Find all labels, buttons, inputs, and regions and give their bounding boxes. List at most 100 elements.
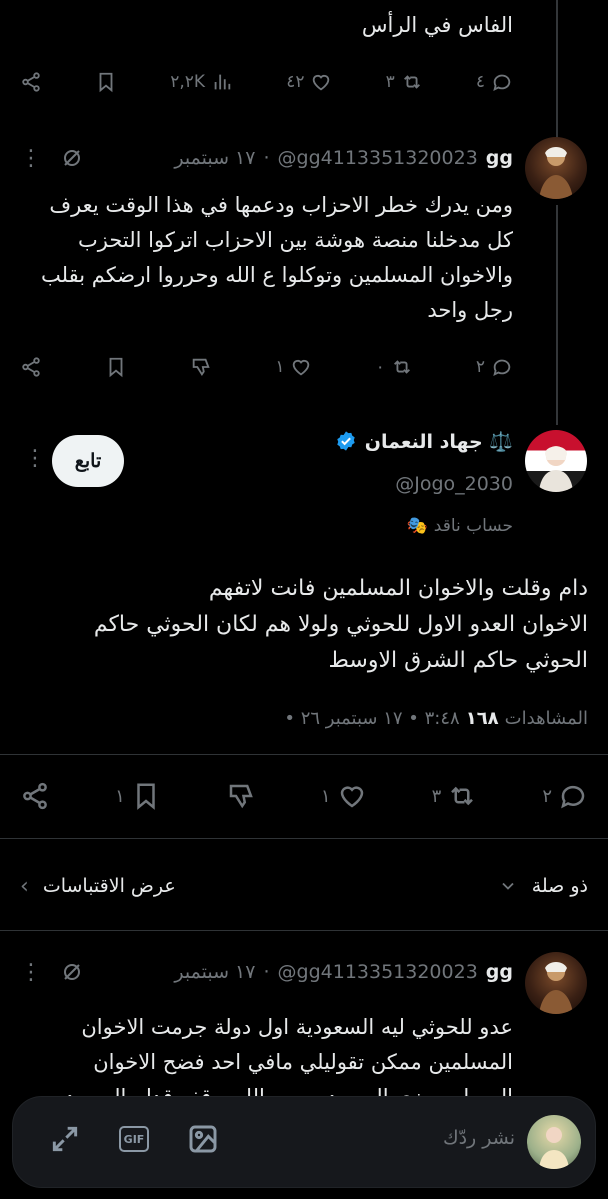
- reply-composer[interactable]: GIF نشر ردّك: [12, 1096, 596, 1188]
- author-name[interactable]: gg: [486, 147, 513, 169]
- avatar-image: [539, 1127, 569, 1169]
- share-button[interactable]: [20, 781, 50, 811]
- gif-button[interactable]: GIF: [119, 1126, 149, 1152]
- avatar[interactable]: [525, 430, 587, 492]
- reply-icon: [493, 359, 511, 377]
- share-icon: [22, 72, 40, 92]
- account-label[interactable]: 🎭 حساب ناقد: [407, 516, 513, 536]
- text-line: رجل واحد: [427, 298, 513, 322]
- more-icon[interactable]: ⋮: [20, 960, 42, 985]
- retweet-button[interactable]: ٠: [376, 356, 413, 378]
- expand-icon[interactable]: [49, 1123, 81, 1155]
- bookmark-count: ١: [115, 785, 125, 807]
- heart-icon: [313, 74, 330, 91]
- composer-avatar: [527, 1115, 581, 1169]
- view-quotes-link[interactable]: ‹ عرض الاقتباسات: [20, 874, 176, 899]
- tweet-date[interactable]: ١٧ سبتمبر: [174, 147, 255, 169]
- views-count: ١٦٨: [465, 708, 499, 729]
- tweet-text-last-line: الفاس في الرأس: [361, 13, 513, 37]
- avatar[interactable]: [525, 952, 587, 1014]
- author-handle[interactable]: @gg4113351320023: [278, 961, 478, 983]
- separator: ·: [263, 147, 270, 169]
- text-line: كل مدخلنا منصة هوشة بين الاحزاب اتركوا ا…: [78, 228, 513, 252]
- share-icon: [23, 782, 47, 810]
- reply-button[interactable]: ٢: [476, 356, 513, 378]
- follow-button[interactable]: تابع: [52, 435, 124, 487]
- sort-label: ذو صلة: [531, 875, 588, 897]
- retweet-button[interactable]: ٣: [386, 71, 423, 93]
- retweet-count: ٠: [375, 357, 385, 377]
- avatar[interactable]: [525, 137, 587, 199]
- author-handle[interactable]: @gg4113351320023: [278, 147, 478, 169]
- reply1-header: gg @gg4113351320023 · ١٧ سبتمبر ⋮: [20, 143, 513, 173]
- text-line: ومن يدرك خطر الاحزاب ودعمها في هذا الوقت…: [49, 193, 513, 217]
- more-icon[interactable]: ⋮: [20, 146, 42, 171]
- bookmark-button[interactable]: [95, 71, 117, 93]
- composer-tools: GIF: [49, 1123, 219, 1155]
- author-handle[interactable]: @Jogo_2030: [395, 473, 513, 495]
- share-icon: [22, 357, 40, 377]
- author-name[interactable]: gg: [486, 961, 513, 983]
- views-count: ٢,٢K: [170, 72, 206, 92]
- chevron-left-icon: ‹: [20, 873, 29, 899]
- like-count: ١: [320, 785, 331, 807]
- reply1-text: ومن يدرك خطر الاحزاب ودعمها في هذا الوقت…: [41, 188, 513, 328]
- thread-line: [556, 0, 558, 140]
- grok-icon[interactable]: [60, 960, 84, 984]
- like-count: ١: [275, 357, 285, 377]
- like-button[interactable]: ١: [321, 781, 367, 811]
- reply1-actions: ١ ٠ ٢: [20, 349, 513, 385]
- retweet-count: ٣: [385, 72, 395, 92]
- tweet-date[interactable]: ١٧ سبتمبر: [174, 961, 255, 983]
- bookmark-button[interactable]: ١: [115, 781, 161, 811]
- image-icon[interactable]: [187, 1123, 219, 1155]
- dislike-button[interactable]: [226, 781, 256, 811]
- retweet-icon: [403, 75, 420, 89]
- verified-badge-icon: [337, 431, 355, 451]
- grok-icon[interactable]: [60, 146, 84, 170]
- like-count: ٤٢: [286, 72, 305, 92]
- views-icon: [214, 74, 231, 90]
- main-author-row: جهاد النعمان ⚖️: [140, 426, 513, 456]
- thumbs-down-icon: [192, 358, 210, 377]
- avatar-image: [539, 147, 573, 199]
- views-button[interactable]: ٢,٢K: [170, 71, 233, 93]
- view-quotes-label: عرض الاقتباسات: [42, 875, 176, 897]
- divider: [0, 930, 608, 931]
- divider: [0, 838, 608, 839]
- thumbs-down-icon: [229, 784, 253, 809]
- author-name[interactable]: جهاد النعمان ⚖️: [365, 430, 513, 453]
- reply2-header: gg @gg4113351320023 · ١٧ سبتمبر ⋮: [20, 957, 513, 987]
- chevron-down-icon: [502, 882, 514, 890]
- tweet-meta: ٣:٤٨ • ١٧ سبتمبر ٢٦ • ١٦٨ المشاهدات: [284, 708, 588, 729]
- mask-icon: 🎭: [406, 516, 428, 536]
- dislike-button[interactable]: [190, 356, 212, 378]
- bookmark-icon: [136, 783, 155, 810]
- relevance-row: ‹ عرض الاقتباسات ذو صلة: [20, 868, 588, 904]
- more-icon[interactable]: ⋮: [24, 446, 46, 471]
- text-line: الحوثي حاكم الشرق الاوسط: [328, 648, 589, 673]
- bookmark-button[interactable]: [105, 356, 127, 378]
- text-line: المسلمين ممكن تقوليلي مافي احد فضح الاخو…: [93, 1050, 513, 1074]
- sort-dropdown[interactable]: ذو صلة: [498, 875, 588, 897]
- main-tweet-text: دام وقلت والاخوان المسلمين فانت لاتفهم ا…: [94, 571, 588, 679]
- reply-input[interactable]: نشر ردّك: [443, 1127, 515, 1149]
- retweet-icon: [451, 786, 474, 806]
- reply-button[interactable]: ٤: [476, 71, 513, 93]
- avatar-image: [539, 446, 573, 492]
- main-tweet-actions: ١ ١ ٣ ٢: [20, 774, 588, 818]
- account-label-text: حساب ناقد: [433, 516, 513, 536]
- like-button[interactable]: ١: [275, 356, 312, 378]
- share-button[interactable]: [20, 356, 42, 378]
- reply-count: ٢: [475, 357, 485, 377]
- views-label: المشاهدات: [504, 708, 588, 729]
- retweet-button[interactable]: ٣: [432, 781, 478, 811]
- share-button[interactable]: [20, 71, 42, 93]
- separator: ·: [263, 961, 270, 983]
- timestamp[interactable]: ٣:٤٨ • ١٧ سبتمبر ٢٦ •: [284, 708, 459, 729]
- bookmark-icon: [109, 357, 123, 378]
- bookmark-icon: [99, 72, 113, 93]
- text-line: دام وقلت والاخوان المسلمين فانت لاتفهم: [208, 576, 588, 601]
- like-button[interactable]: ٤٢: [286, 71, 332, 93]
- reply-button[interactable]: ٢: [542, 781, 588, 811]
